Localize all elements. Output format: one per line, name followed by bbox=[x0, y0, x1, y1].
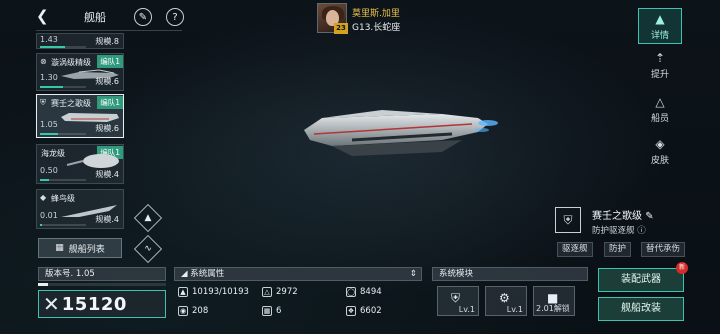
ship-type-icon: ◆ bbox=[40, 193, 47, 202]
crossed-swords-icon: ✕ bbox=[43, 292, 60, 316]
module-gear-icon: ⚙ bbox=[499, 291, 510, 305]
version-progress bbox=[38, 283, 166, 286]
ship-stat: 0.01 bbox=[40, 211, 58, 220]
ship-scale: 规模.4 bbox=[95, 170, 119, 179]
ship-model[interactable] bbox=[292, 100, 504, 168]
ship-name: 海龙级 bbox=[41, 149, 65, 158]
edit-icon[interactable]: ✎ bbox=[645, 211, 653, 222]
attr-grid: ▦ 6 bbox=[262, 306, 282, 316]
shield-icon: ◯ bbox=[346, 287, 356, 297]
nav-detail-label: 详情 bbox=[650, 31, 669, 41]
close-circle-icon: ⊗ bbox=[40, 57, 47, 66]
version-progress-fill bbox=[38, 283, 49, 286]
version-label: 版本号. 1.05 bbox=[38, 267, 166, 281]
speed-icon: ❖ bbox=[346, 306, 356, 316]
equip-weapons-button[interactable]: 装配武器 bbox=[598, 268, 684, 292]
brush-icon[interactable]: ✎ bbox=[134, 8, 152, 26]
module-slot[interactable]: ⛨ Lv.1 bbox=[437, 286, 479, 316]
ship-stat: 1.30 bbox=[40, 73, 58, 82]
nav-detail[interactable]: ▲ 详情 bbox=[638, 8, 682, 44]
shield-icon: ⛨ bbox=[40, 98, 46, 107]
module-shield-icon: ⛨ bbox=[451, 291, 461, 305]
ship-class-name: 赛壬之歌级 ✎ bbox=[592, 211, 654, 222]
ship-card[interactable]: 1.43 规模.8 bbox=[36, 33, 124, 49]
commander-name: 莫里斯.加里 bbox=[352, 9, 400, 19]
crew-icon: △ bbox=[655, 95, 665, 109]
ship-scale: 规模.4 bbox=[95, 215, 119, 224]
attr-shield: ◯ 8494 bbox=[346, 287, 382, 297]
info-icon[interactable]: ⓘ bbox=[637, 226, 646, 236]
upgrade-icon: ⇡ bbox=[654, 51, 666, 65]
module-level: Lv.1 bbox=[458, 305, 475, 314]
module-slot-locked[interactable]: ■ 2.01解锁 bbox=[533, 286, 575, 316]
combat-score-value: 15120 bbox=[61, 293, 127, 315]
ship-name: 赛壬之歌级 bbox=[51, 99, 91, 108]
question-icon[interactable]: ? bbox=[166, 8, 184, 26]
fleet-badge: 编队1 bbox=[97, 96, 123, 109]
hull-icon: ▲ bbox=[178, 287, 188, 297]
nav-upgrade-label: 提升 bbox=[650, 70, 669, 80]
ship-stat: 0.50 bbox=[40, 166, 58, 175]
commander-level-badge: 23 bbox=[334, 23, 348, 34]
grid-icon: ▦ bbox=[262, 306, 272, 316]
ship-scale: 规模.6 bbox=[95, 124, 119, 133]
header-divider bbox=[36, 30, 182, 31]
ship-card[interactable]: 海龙级 编队1 0.50 规模.4 bbox=[36, 144, 124, 184]
ship-progress-fill bbox=[40, 46, 66, 48]
module-unlock-text: 2.01解锁 bbox=[536, 304, 570, 313]
nav-crew-label: 船员 bbox=[650, 114, 669, 124]
new-badge: 新 bbox=[676, 262, 688, 274]
ship-progress-fill bbox=[40, 224, 43, 226]
module-level: Lv.1 bbox=[506, 305, 523, 314]
attr-speed: ❖ 6602 bbox=[346, 306, 382, 316]
nav-skin-label: 皮肤 bbox=[650, 156, 669, 166]
energy-icon: ◉ bbox=[178, 306, 188, 316]
ship-refit-button[interactable]: 舰船改装 bbox=[598, 297, 684, 321]
ship-card[interactable]: ◆ 蜂鸟级 0.01 规模.4 bbox=[36, 189, 124, 229]
ship-progress-fill bbox=[40, 86, 63, 88]
detail-icon: ▲ bbox=[655, 12, 665, 26]
armor-icon: △ bbox=[262, 287, 272, 297]
system-attr-header[interactable]: ◢ 系统属性 ⇕ bbox=[174, 267, 422, 281]
attr-hull: ▲ 10193/10193 bbox=[178, 284, 249, 300]
grid-icon: ▦ bbox=[55, 243, 64, 253]
page-title: 舰船 bbox=[84, 11, 106, 24]
ship-progress-fill bbox=[40, 133, 59, 135]
ship-role: 防护驱逐舰 ⓘ bbox=[592, 226, 646, 236]
collapse-toggle-icon[interactable]: ⇕ bbox=[410, 268, 417, 280]
ship-stat: 1.43 bbox=[40, 35, 58, 44]
nav-upgrade[interactable]: ⇡ 提升 bbox=[638, 48, 682, 84]
ship-list-button[interactable]: ▦ 舰船列表 bbox=[38, 238, 122, 258]
system-modules-header: 系统模块 bbox=[432, 267, 588, 281]
attr-armor: △ 2972 bbox=[262, 284, 298, 300]
ship-thumbnail bbox=[66, 154, 119, 168]
ship-stat: 1.05 bbox=[40, 120, 58, 129]
ship-class-shield-icon: ⛨ bbox=[555, 207, 581, 233]
wave-icon: ∿ bbox=[144, 244, 152, 254]
ship-tag: 替代承伤 bbox=[641, 242, 686, 257]
combat-score: ✕ 15120 bbox=[38, 290, 166, 318]
ship-card-selected[interactable]: ⛨ 赛壬之歌级 编队1 1.05 规模.6 bbox=[36, 94, 124, 138]
commander-location: G13.长蛇座 bbox=[352, 23, 401, 33]
nav-crew[interactable]: △ 船员 bbox=[638, 92, 682, 128]
ship-scale: 规模.8 bbox=[95, 37, 119, 46]
back-chevron-icon[interactable]: ❮ bbox=[36, 8, 54, 24]
nav-skin[interactable]: ◈ 皮肤 bbox=[638, 134, 682, 170]
ship-card[interactable]: ⊗ 漩涡级精级 编队1 1.30 规模.6 bbox=[36, 53, 124, 91]
ship-tag: 驱逐舰 bbox=[557, 242, 593, 257]
expand-icon: ◢ bbox=[181, 269, 188, 279]
attr-energy: ◉ 208 bbox=[178, 306, 209, 316]
module-slot[interactable]: ⚙ Lv.1 bbox=[485, 286, 527, 316]
ship-tag: 防护 bbox=[604, 242, 632, 257]
skin-icon: ◈ bbox=[655, 137, 665, 151]
ship-progress-fill bbox=[40, 179, 50, 181]
fleet-icon: ▲ bbox=[144, 213, 152, 223]
system-attr-title: 系统属性 bbox=[190, 269, 225, 279]
ship-list-label: 舰船列表 bbox=[68, 244, 105, 255]
ship-scale: 规模.6 bbox=[95, 77, 119, 86]
